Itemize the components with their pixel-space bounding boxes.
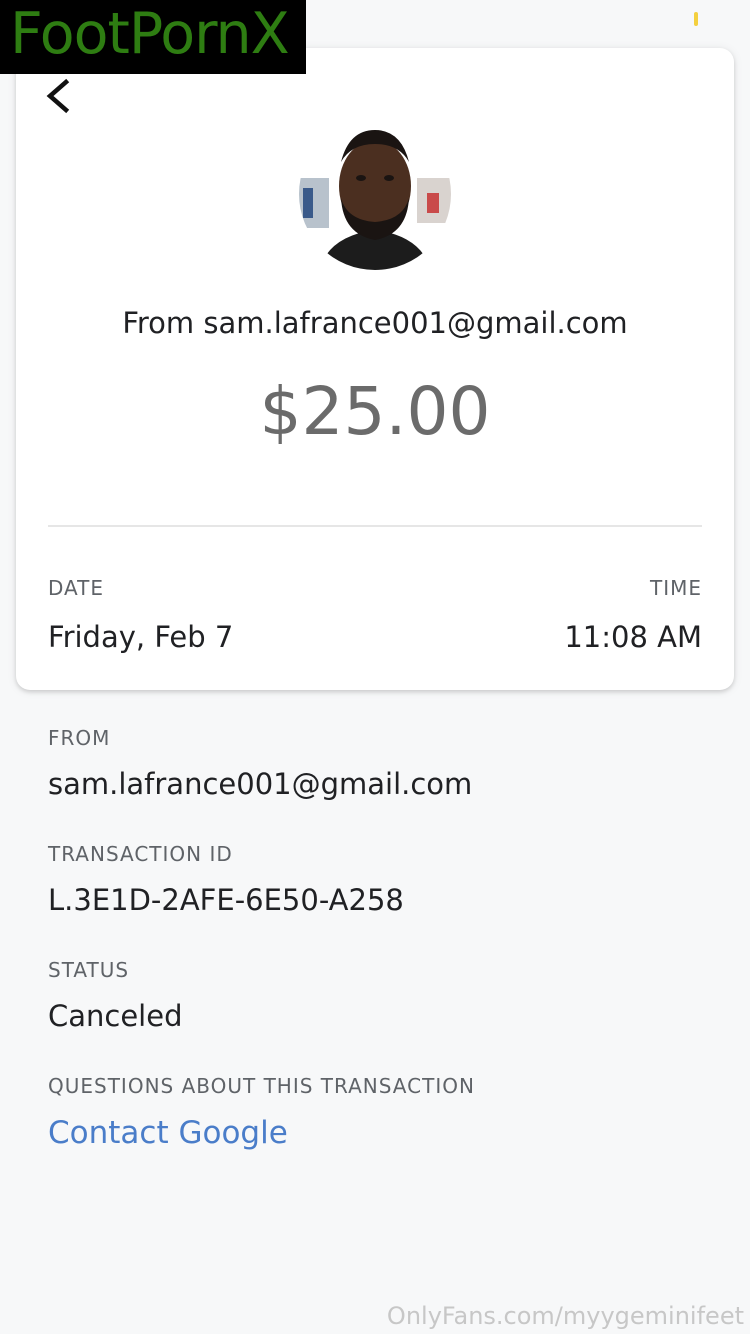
- from-label: FROM: [48, 726, 111, 750]
- time-value: 11:08 AM: [564, 620, 702, 654]
- time-label: TIME: [649, 576, 702, 600]
- date-value: Friday, Feb 7: [48, 620, 234, 654]
- status-value: Canceled: [48, 999, 183, 1033]
- transaction-summary-card: From sam.lafrance001@gmail.com $25.00 DA…: [16, 48, 734, 690]
- payment-amount: $25.00: [259, 373, 491, 450]
- contact-google-link[interactable]: Contact Google: [48, 1115, 288, 1151]
- back-button[interactable]: [40, 76, 80, 116]
- transaction-id-value: L.3E1D-2AFE-6E50-A258: [48, 883, 404, 917]
- transaction-id-label: TRANSACTION ID: [48, 842, 233, 866]
- from-value: sam.lafrance001@gmail.com: [48, 767, 473, 801]
- avatar: [299, 118, 451, 270]
- divider: [48, 525, 702, 527]
- date-label: DATE: [48, 576, 105, 600]
- status-label: STATUS: [48, 958, 130, 982]
- watermark-logo: FootPornX: [0, 0, 306, 74]
- from-heading: From sam.lafrance001@gmail.com: [122, 306, 628, 340]
- watermark-url: OnlyFans.com/myygeminifeet: [386, 1302, 744, 1330]
- questions-label: QUESTIONS ABOUT THIS TRANSACTION: [48, 1074, 475, 1098]
- watermark-logo-text: FootPornX: [10, 1, 290, 67]
- avatar-image: [299, 118, 451, 270]
- chevron-left-icon: [46, 78, 70, 114]
- status-bar-indicator: [694, 12, 698, 26]
